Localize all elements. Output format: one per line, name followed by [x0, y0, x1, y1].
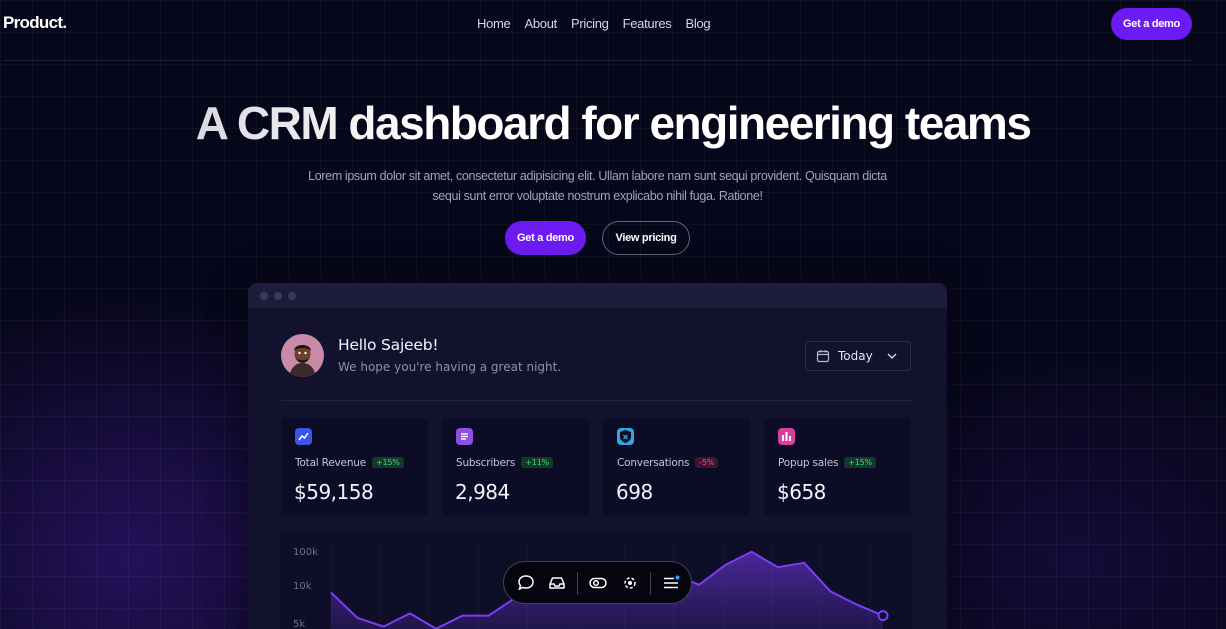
chart-point-marker[interactable]	[877, 610, 889, 622]
main-nav: Home About Pricing Features Blog	[477, 16, 711, 31]
header-divider	[281, 400, 913, 401]
hero-title: A CRM dashboard for engineering teams	[0, 96, 1226, 150]
chevron-down-icon	[887, 353, 897, 360]
stat-value: $658	[777, 480, 826, 504]
menu-icon[interactable]	[661, 573, 681, 593]
chart-tick-label: 5k	[293, 619, 305, 629]
nav-get-demo-button[interactable]: Get a demo	[1111, 8, 1192, 40]
shield-icon	[617, 428, 634, 445]
stat-change-badge: +15%	[844, 457, 876, 468]
calendar-icon	[816, 350, 830, 363]
chart-icon	[295, 428, 312, 445]
stat-label: Subscribers	[456, 457, 516, 469]
window-dot-icon	[260, 292, 268, 300]
nav-link-blog[interactable]: Blog	[686, 16, 711, 31]
window-dot-icon	[274, 292, 282, 300]
stat-value: $59,158	[294, 480, 374, 504]
nav-link-about[interactable]: About	[524, 16, 557, 31]
stat-value: 2,984	[455, 480, 510, 504]
toolbar-separator	[650, 572, 651, 595]
broadcast-icon[interactable]	[620, 573, 640, 593]
hero-get-demo-button[interactable]: Get a demo	[505, 221, 586, 255]
stat-value: 698	[616, 480, 653, 504]
nav-divider	[3, 60, 1192, 61]
chart-tick-label: 10k	[293, 581, 312, 592]
stat-card-conversations[interactable]: Conversations -5% 698	[603, 418, 750, 515]
window-dot-icon	[288, 292, 296, 300]
brand-logo[interactable]: Product.	[3, 13, 67, 33]
nav-link-home[interactable]: Home	[477, 16, 511, 31]
avatar[interactable]	[281, 334, 324, 377]
stat-label: Popup sales	[778, 457, 839, 469]
date-filter-select[interactable]: Today	[805, 341, 911, 371]
toggle-icon[interactable]	[588, 573, 608, 593]
inbox-icon[interactable]	[547, 573, 567, 593]
stat-label: Conversations	[617, 457, 690, 469]
greeting-title: Hello Sajeeb!	[338, 336, 439, 354]
stat-change-badge: +15%	[372, 457, 404, 468]
nav-link-pricing[interactable]: Pricing	[571, 16, 609, 31]
bar-chart-icon	[778, 428, 795, 445]
greeting-subtitle: We hope you're having a great night.	[338, 360, 562, 374]
stat-card-subscribers[interactable]: Subscribers +11% 2,984	[442, 418, 589, 515]
toolbar-separator	[577, 572, 578, 595]
stat-card-total-revenue[interactable]: Total Revenue +15% $59,158	[281, 418, 428, 515]
chat-icon[interactable]	[516, 573, 536, 593]
stat-change-badge: -5%	[695, 457, 719, 468]
document-icon	[456, 428, 473, 445]
stats-cards: Total Revenue +15% $59,158 Subscribers +11…	[281, 418, 911, 515]
stat-change-badge: +11%	[521, 457, 553, 468]
stat-card-popup-sales[interactable]: Popup sales +15% $658	[764, 418, 911, 515]
nav-link-features[interactable]: Features	[623, 16, 672, 31]
floating-toolbar	[503, 561, 692, 604]
stat-label: Total Revenue	[295, 457, 366, 469]
window-title-bar	[248, 283, 947, 308]
view-pricing-button[interactable]: View pricing	[602, 221, 690, 255]
hero-subtitle: Lorem ipsum dolor sit amet, consectetur …	[308, 169, 887, 203]
date-filter-value: Today	[838, 349, 873, 363]
chart-tick-label: 100k	[293, 547, 318, 558]
